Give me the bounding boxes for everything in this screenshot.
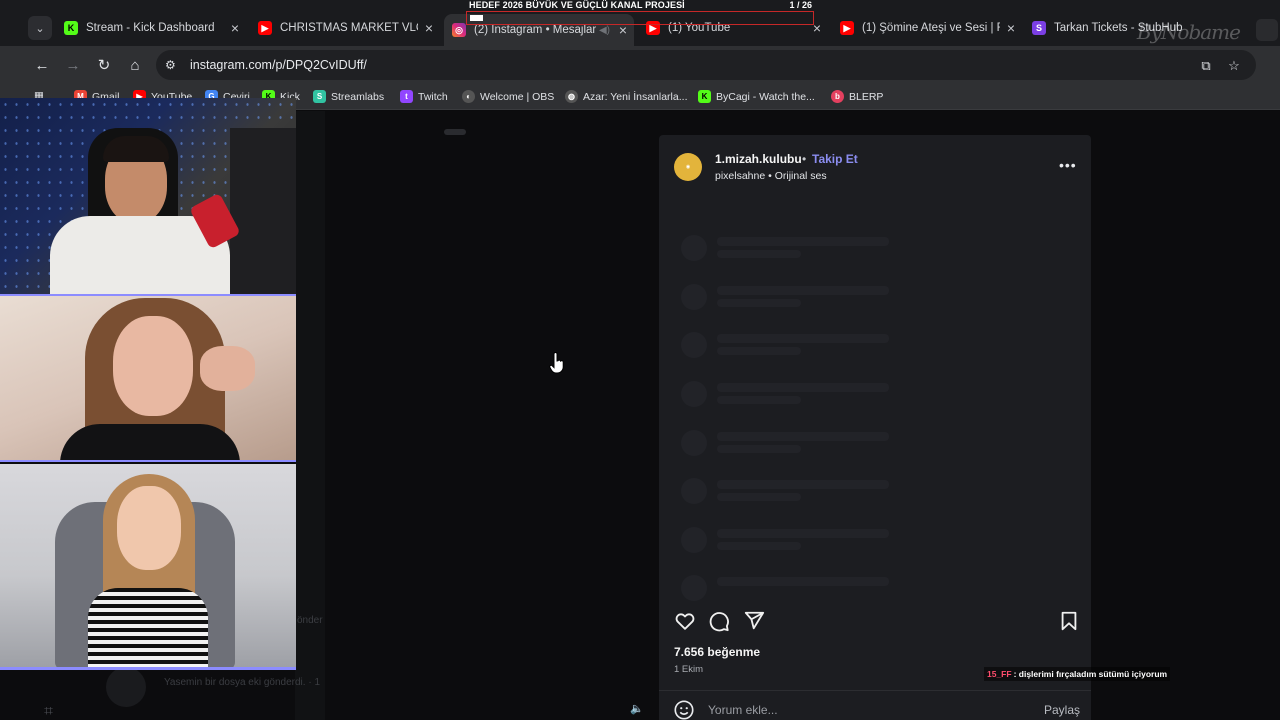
address-bar[interactable]: ⚙ instagram.com/p/DPQ2CvIDUff/ ⧉ ☆	[156, 50, 1256, 80]
tab-title: (1) Şömine Ateşi ve Sesi | Ra	[862, 22, 1000, 34]
chat-text: : dişlerimi fırçaladım sütümü içiyorum	[1013, 669, 1168, 679]
twitch-icon: t	[400, 90, 413, 103]
bookmark-blerp[interactable]: b BLERP	[831, 90, 883, 103]
guest1-face	[113, 316, 193, 416]
home-icon[interactable]: ⌂	[123, 53, 147, 77]
instagram-icon: ◎	[452, 23, 466, 37]
goal-count: 1 / 26	[789, 0, 812, 10]
kick-icon: K	[698, 90, 711, 103]
comment-skeleton	[681, 235, 901, 263]
post-author-username[interactable]: 1.mizah.kulubu	[715, 152, 802, 166]
bookmark-star-icon[interactable]: ☆	[1225, 57, 1243, 75]
streamlabs-icon: S	[313, 90, 326, 103]
blerp-icon: b	[831, 90, 844, 103]
speaker-muted-icon[interactable]: ◀)	[599, 25, 610, 36]
bookmark-twitch[interactable]: t Twitch	[400, 90, 448, 103]
tab-title: CHRISTMAS MARKET VLOG	[280, 22, 418, 34]
more-options-icon[interactable]: •••	[1059, 157, 1077, 173]
kick-icon: K	[64, 21, 78, 35]
obs-icon: ◐	[462, 90, 475, 103]
window-controls[interactable]	[1256, 19, 1278, 41]
close-tab-icon[interactable]: ×	[224, 20, 246, 36]
post-date: 1 Ekim	[674, 664, 704, 675]
bookmark-azar[interactable]: ◍ Azar: Yeni İnsanlarla...	[565, 90, 687, 103]
youtube-icon: ▶	[258, 21, 272, 35]
bookmark-streamlabs[interactable]: S Streamlabs	[313, 90, 384, 103]
comment-skeleton	[681, 527, 901, 555]
tab-search-button[interactable]: ⌄	[28, 16, 52, 40]
chat-username: 15_FF	[987, 669, 1012, 679]
globe-icon: ◍	[565, 90, 578, 103]
url-text[interactable]: instagram.com/p/DPQ2CvIDUff/	[190, 58, 367, 72]
new-message-icon[interactable]: ⌗	[44, 703, 53, 720]
hand-cursor-icon	[549, 352, 564, 374]
screen: ⌄ K Stream - Kick Dashboard × ▶ CHRISTMA…	[0, 0, 1280, 720]
stubhub-icon: S	[1032, 21, 1046, 35]
goal-progress-bar	[466, 11, 814, 25]
stream-brand-watermark: ByNobame	[1136, 20, 1241, 44]
comment-skeleton	[681, 381, 901, 409]
dimmed-sidebar	[295, 111, 325, 720]
separator-dot: •	[802, 152, 807, 166]
site-settings-icon[interactable]: ⚙	[165, 58, 176, 72]
comment-skeleton	[681, 284, 901, 312]
browser-toolbar: ← → ↻ ⌂ ⚙ instagram.com/p/DPQ2CvIDUff/ ⧉…	[0, 46, 1280, 84]
bookmark-bycagi[interactable]: K ByCagi - Watch the...	[698, 90, 815, 103]
install-app-icon[interactable]: ⧉	[1197, 57, 1215, 75]
likes-count[interactable]: 7.656 beğenme	[674, 645, 760, 659]
comment-skeleton	[681, 575, 901, 603]
comment-skeleton	[681, 430, 901, 458]
tab-kick-dashboard[interactable]: K Stream - Kick Dashboard ×	[56, 13, 246, 43]
emoji-icon[interactable]	[673, 699, 695, 720]
chat-overlay-message: 15_FF : dişlerimi fırçaladım sütümü içiy…	[984, 667, 1171, 681]
heart-icon[interactable]	[674, 610, 696, 632]
save-bookmark-icon[interactable]	[1058, 610, 1080, 632]
goal-title: HEDEF 2026 BÜYÜK VE GÜÇLÜ KANAL PROJESİ	[469, 0, 685, 10]
reload-icon[interactable]: ↻	[92, 53, 116, 77]
comment-icon[interactable]	[708, 610, 730, 632]
close-tab-icon[interactable]: ×	[418, 20, 440, 36]
comment-input[interactable]: Yorum ekle...	[708, 703, 778, 717]
back-arrow-icon[interactable]: ←	[30, 53, 54, 77]
divider	[659, 690, 1091, 691]
volume-icon[interactable]: 🔈	[630, 702, 644, 716]
share-icon[interactable]	[743, 610, 765, 632]
guest1-top	[60, 424, 240, 460]
close-tab-icon[interactable]: ×	[1000, 20, 1022, 36]
tab-somine-atesi[interactable]: ▶ (1) Şömine Ateşi ve Sesi | Ra ×	[832, 13, 1022, 43]
post-modal: ◉ 1.mizah.kulubu • Takip Et pixelsahne •…	[659, 135, 1091, 720]
webcam-guest-1	[0, 294, 296, 462]
dm-avatar	[106, 667, 146, 707]
post-audio-subtitle[interactable]: pixelsahne • Orijinal ses	[715, 170, 827, 182]
loading-indicator	[444, 129, 466, 135]
tab-title: Stream - Kick Dashboard	[86, 22, 215, 34]
comment-skeleton	[681, 332, 901, 360]
post-comment-button[interactable]: Paylaş	[1044, 703, 1080, 717]
tab-christmas-vlog[interactable]: ▶ CHRISTMAS MARKET VLOG ×	[250, 13, 440, 43]
guest2-face	[117, 486, 181, 570]
dm-preview-text: Yasemin bir dosya eki gönderdi. · 1	[164, 677, 321, 688]
bookmark-obs[interactable]: ◐ Welcome | OBS	[462, 90, 554, 103]
stream-goal-overlay: HEDEF 2026 BÜYÜK VE GÜÇLÜ KANAL PROJESİ …	[466, 0, 814, 26]
post-author-avatar[interactable]: ◉	[674, 153, 702, 181]
webcam-guest-2	[0, 464, 296, 670]
follow-button[interactable]: Takip Et	[812, 152, 858, 166]
webcam-streamer	[0, 98, 296, 294]
goal-progress-fill	[470, 15, 483, 21]
comment-skeleton	[681, 478, 901, 506]
guest2-top	[88, 588, 208, 667]
dm-sent-text: önder	[297, 615, 323, 626]
forward-arrow-icon[interactable]: →	[61, 53, 85, 77]
youtube-icon: ▶	[840, 21, 854, 35]
